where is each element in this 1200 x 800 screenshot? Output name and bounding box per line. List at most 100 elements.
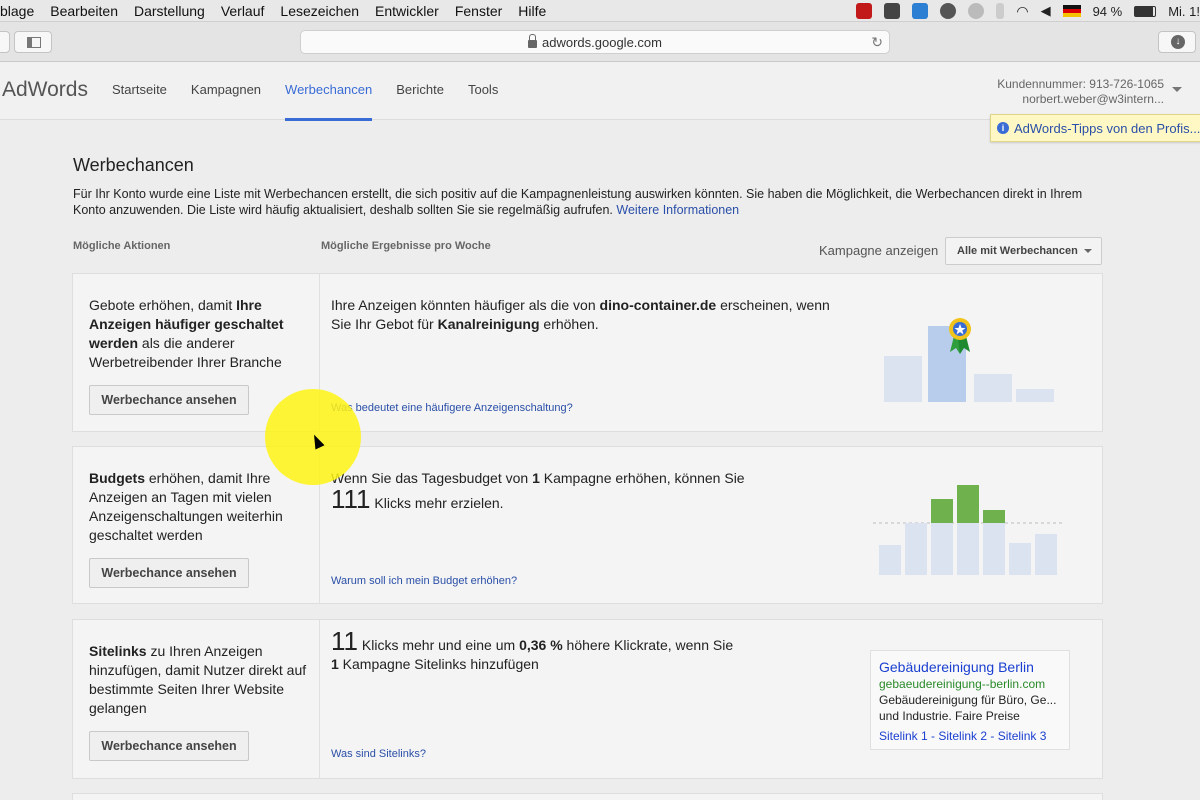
ad-preview: Gebäudereinigung Berlin gebaeudereinigun… <box>870 650 1070 750</box>
col-header-results: Mögliche Ergebnisse pro Woche <box>321 240 491 252</box>
result-line: 1 Kampagne Sitelinks hinzufügen <box>331 655 791 674</box>
status-area: ◠ ◀ 94 % Mi. 1! <box>856 0 1200 22</box>
card-result: Wenn Sie das Tagesbudget von 1 Kampagne … <box>331 469 831 513</box>
media-icon[interactable] <box>940 3 957 19</box>
downloads-button[interactable]: ↓ <box>1158 31 1196 53</box>
extra-clicks-number: 11 <box>331 626 358 656</box>
ad-title: Gebäudereinigung Berlin <box>879 659 1034 675</box>
tab-startseite[interactable]: Startseite <box>100 62 179 120</box>
tab-tools[interactable]: Tools <box>456 62 510 120</box>
clock[interactable]: Mi. 1! <box>1168 4 1200 19</box>
day-bar-extra <box>983 510 1005 523</box>
menubar: blage Bearbeiten Darstellung Verlauf Les… <box>0 0 1200 22</box>
tips-banner[interactable]: i AdWords-Tipps von den Profis... <box>990 114 1200 142</box>
result-line: 111 Klicks mehr erzielen. <box>331 486 831 513</box>
browser-toolbar: adwords.google.com ↻ ↓ <box>0 22 1200 62</box>
intro-text: Für Ihr Konto wurde eine Liste mit Werbe… <box>73 186 1113 218</box>
sidebar-button[interactable] <box>14 31 52 53</box>
campaign-filter-select[interactable]: Alle mit Werbechancen <box>945 237 1102 265</box>
url-text: adwords.google.com <box>542 34 662 50</box>
help-link[interactable]: Was sind Sitelinks? <box>331 748 426 760</box>
day-bar <box>1009 543 1031 575</box>
intro-body: Für Ihr Konto wurde eine Liste mit Werbe… <box>73 187 1083 217</box>
app-status-icon[interactable] <box>856 3 873 19</box>
lock-icon <box>528 34 538 48</box>
dropbox-icon[interactable] <box>884 3 901 19</box>
menu-bearbeiten[interactable]: Bearbeiten <box>42 3 126 19</box>
more-info-link[interactable]: Weitere Informationen <box>616 203 739 217</box>
ad-rank-illustration <box>884 318 1054 402</box>
menu-fenster[interactable]: Fenster <box>447 3 510 19</box>
rank-bar <box>1016 389 1054 402</box>
card-description: Budgets erhöhen, damit Ihre Anzeigen an … <box>89 469 309 545</box>
day-bar <box>879 545 901 575</box>
reload-icon[interactable]: ↻ <box>871 34 883 51</box>
menu-ablage[interactable]: blage <box>0 3 42 19</box>
award-medal-icon <box>949 318 971 354</box>
result-part: erhöhen. <box>539 316 599 332</box>
card-left: Sitelinks zu Ihren Anzeigen hinzufügen, … <box>73 620 320 778</box>
desc-bold: Budgets <box>89 470 145 486</box>
rank-bar <box>884 356 922 402</box>
tab-werbechancen[interactable]: Werbechancen <box>273 62 384 121</box>
help-link[interactable]: Warum soll ich mein Budget erhöhen? <box>331 575 517 587</box>
timemachine-icon[interactable] <box>968 3 985 19</box>
view-opportunity-button[interactable]: Werbechance ansehen <box>89 558 249 588</box>
bluetooth-icon[interactable] <box>996 3 1005 19</box>
url-bar[interactable]: adwords.google.com ↻ <box>300 30 890 54</box>
day-bar <box>905 523 927 575</box>
menu-verlauf[interactable]: Verlauf <box>213 3 273 19</box>
back-button[interactable] <box>0 31 10 53</box>
result-part: Klicks mehr und eine um <box>361 637 520 653</box>
sync-icon[interactable] <box>912 3 929 19</box>
account-info[interactable]: Kundennummer: 913-726-1065 norbert.weber… <box>997 77 1164 107</box>
info-icon: i <box>997 122 1009 134</box>
day-bar <box>1035 534 1057 575</box>
keyword: Kanalreinigung <box>437 316 540 332</box>
result-part: Ihre Anzeigen könnten häufiger als die v… <box>331 297 600 313</box>
card-description: Sitelinks zu Ihren Anzeigen hinzufügen, … <box>89 642 309 718</box>
battery-icon[interactable] <box>1134 5 1157 17</box>
opportunity-card-budget: Budgets erhöhen, damit Ihre Anzeigen an … <box>72 446 1103 604</box>
opportunity-card-bids: Gebote erhöhen, damit Ihre Anzeigen häuf… <box>72 273 1103 432</box>
account-number: Kundennummer: 913-726-1065 <box>997 77 1164 91</box>
view-opportunity-button[interactable]: Werbechance ansehen <box>89 385 249 415</box>
campaign-count: 1 <box>532 470 540 486</box>
ad-description-line: Gebäudereinigung für Büro, Ge... <box>879 693 1057 707</box>
view-opportunity-button[interactable]: Werbechance ansehen <box>89 731 249 761</box>
volume-icon[interactable]: ◀ <box>1041 3 1051 19</box>
adwords-logo[interactable]: AdWords <box>2 78 88 102</box>
battery-text[interactable]: 94 % <box>1093 4 1123 19</box>
tab-kampagnen[interactable]: Kampagnen <box>179 62 273 120</box>
result-part: Kampagne Sitelinks hinzufügen <box>338 656 539 672</box>
help-link[interactable]: Was bedeutet eine häufigere Anzeigenscha… <box>331 402 573 414</box>
wifi-icon[interactable]: ◠ <box>1016 3 1028 20</box>
desc-part: Gebote erhöhen, damit <box>89 297 237 313</box>
card-result: 11 Klicks mehr und eine um 0,36 % höhere… <box>331 628 791 674</box>
day-bar-extra <box>931 499 953 523</box>
rank-bar <box>974 374 1012 402</box>
result-line: 11 Klicks mehr und eine um 0,36 % höhere… <box>331 628 791 655</box>
opportunity-card-next <box>72 793 1103 800</box>
result-part: Kampagne erhöhen, können Sie <box>539 470 745 486</box>
menu-darstellung[interactable]: Darstellung <box>126 3 213 19</box>
campaign-count: 1 <box>331 656 339 672</box>
campaign-filter-value: Alle mit Werbechancen <box>957 245 1078 257</box>
result-part: höhere Klickrate, wenn Sie <box>562 637 734 653</box>
result-line: Wenn Sie das Tagesbudget von 1 Kampagne … <box>331 469 831 488</box>
menu-list: blage Bearbeiten Darstellung Verlauf Les… <box>0 3 554 19</box>
tab-berichte[interactable]: Berichte <box>384 62 456 120</box>
day-bar <box>931 523 953 575</box>
menu-entwickler[interactable]: Entwickler <box>367 3 447 19</box>
menu-lesezeichen[interactable]: Lesezeichen <box>272 3 367 19</box>
opportunity-card-sitelinks: Sitelinks zu Ihren Anzeigen hinzufügen, … <box>72 619 1103 779</box>
ad-sitelinks: Sitelink 1 - Sitelink 2 - Sitelink 3 <box>879 729 1047 743</box>
day-bar <box>983 523 1005 575</box>
menu-hilfe[interactable]: Hilfe <box>510 3 554 19</box>
tips-text: AdWords-Tipps von den Profis... <box>1014 120 1200 136</box>
flag-icon[interactable] <box>1062 5 1081 17</box>
ctr-increase: 0,36 % <box>519 637 563 653</box>
download-icon: ↓ <box>1171 35 1185 49</box>
result-part: Klicks mehr erzielen. <box>374 495 504 511</box>
account-caret-icon[interactable] <box>1172 87 1182 92</box>
